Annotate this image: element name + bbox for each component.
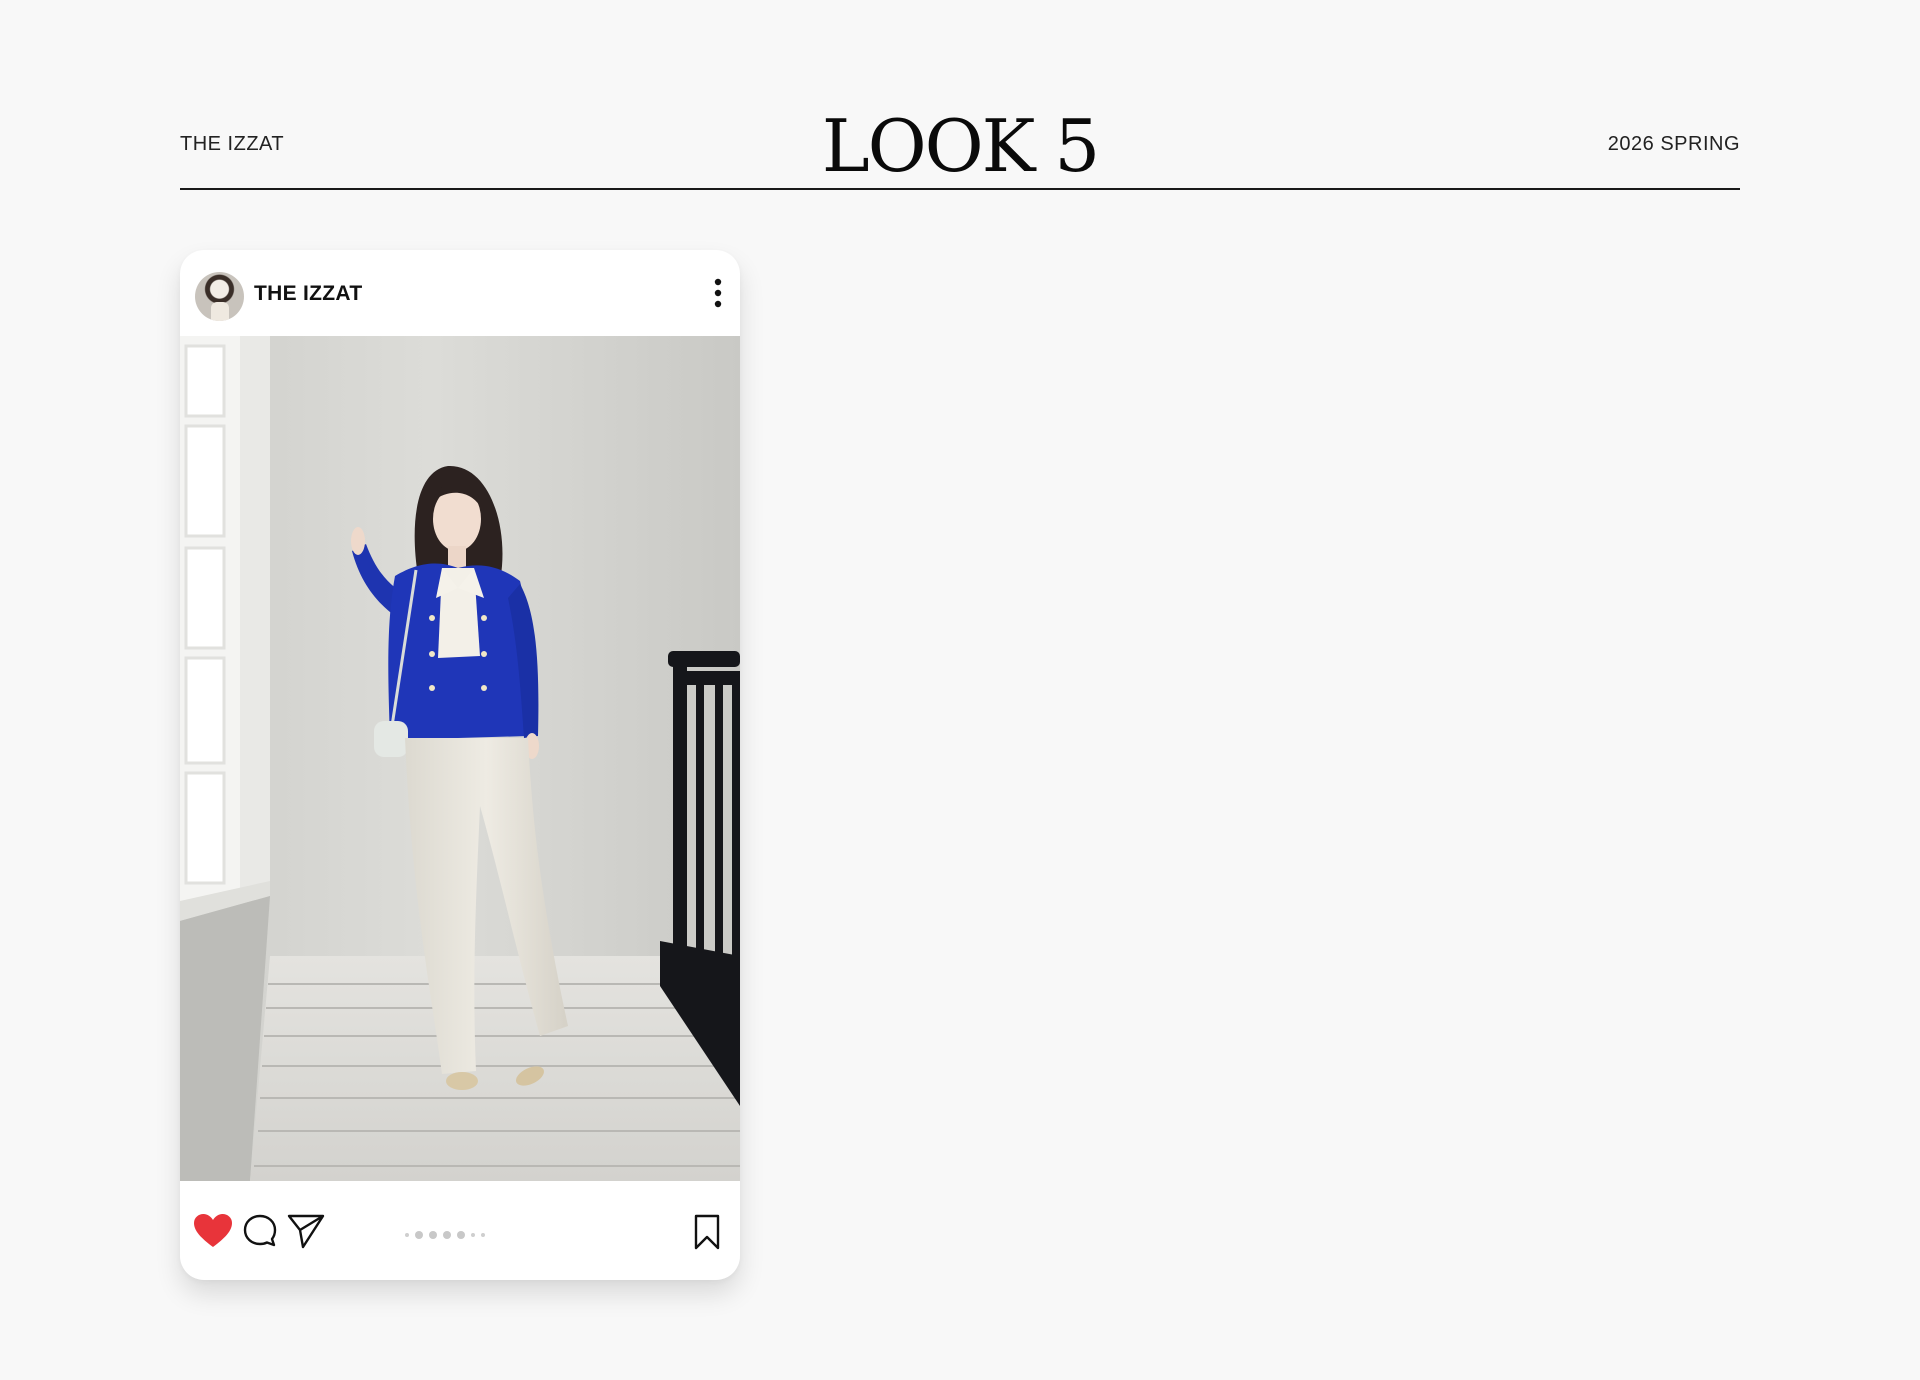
fashion-photo-illustration xyxy=(180,336,740,1181)
heart-icon[interactable] xyxy=(193,1213,233,1249)
carousel-dot[interactable] xyxy=(443,1231,451,1239)
carousel-dot[interactable] xyxy=(481,1233,485,1237)
carousel-dot[interactable] xyxy=(405,1233,409,1237)
brand-name: THE IZZAT xyxy=(180,133,285,155)
page-title: LOOK 5 xyxy=(821,104,1100,188)
post-photo[interactable] xyxy=(180,336,740,1181)
post-actions-bar xyxy=(180,1181,740,1280)
avatar[interactable] xyxy=(195,272,244,321)
bookmark-icon[interactable] xyxy=(692,1213,722,1251)
carousel-dot[interactable] xyxy=(429,1231,437,1239)
post-username[interactable]: THE IZZAT xyxy=(254,282,362,306)
carousel-indicator xyxy=(405,1231,485,1239)
carousel-dot[interactable] xyxy=(415,1231,423,1239)
carousel-dot[interactable] xyxy=(471,1233,475,1237)
send-icon[interactable] xyxy=(286,1212,326,1250)
post-header: THE IZZAT xyxy=(180,250,740,336)
more-options-icon[interactable] xyxy=(710,277,726,311)
carousel-dot[interactable] xyxy=(457,1231,465,1239)
header-divider xyxy=(180,188,1740,190)
season-label: 2026 SPRING xyxy=(1607,133,1740,155)
page-header: THE IZZAT LOOK 5 2026 SPRING xyxy=(180,106,1740,190)
comment-icon[interactable] xyxy=(242,1213,278,1249)
social-post-card: THE IZZAT xyxy=(180,250,740,1280)
